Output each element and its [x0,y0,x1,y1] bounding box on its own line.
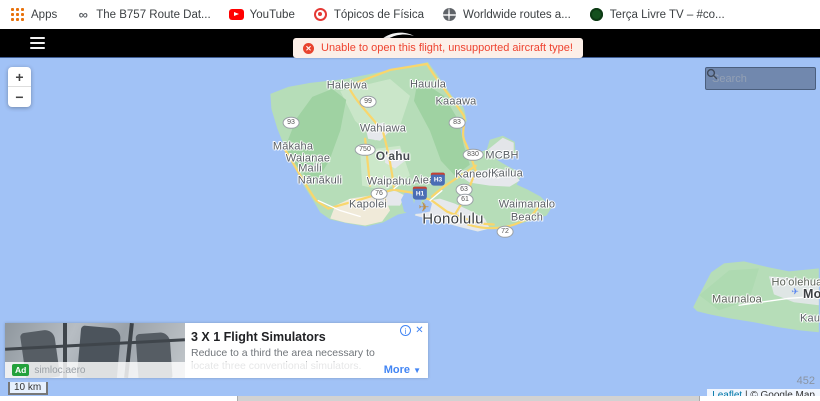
interstate-shield-icon: H1 [412,186,428,200]
map-label: Nānākuli [297,174,343,187]
ad-controls: i ✕ [400,325,425,336]
screen: Apps ∞ The B757 Route Dat... YouTube Tóp… [0,0,820,401]
interstate-shield-icon: H3 [430,172,446,186]
bookmark-label: Apps [31,8,58,21]
target-icon [313,7,328,22]
bookmark-terca-livre[interactable]: Terça Livre TV – #co... [589,7,725,22]
link-icon: ∞ [78,7,88,22]
bookmark-label: Worldwide routes a... [462,8,571,21]
honolulu-airport-icon[interactable]: ✈ [419,201,430,214]
ad-badge: Ad [12,364,30,376]
bookmark-label: The B757 Route Dat... [96,8,211,21]
zoom-in-button[interactable]: + [8,67,31,87]
zoom-control: + − [8,67,31,107]
molokai-airport-icon[interactable]: ✈ [791,287,799,297]
map-scale: 10 km [8,382,48,395]
map-label: MCBH [485,149,519,162]
horizontal-scrollbar[interactable] [0,396,820,401]
bookmark-topicos-fisica[interactable]: Tópicos de Física [313,7,424,22]
bookmark-label: Terça Livre TV – #co... [609,8,725,21]
map-label: Maili [298,162,322,175]
search-icon [706,68,718,80]
scrollbar-thumb[interactable] [237,396,700,401]
counter-value: 452 [796,375,815,387]
ad-headline[interactable]: 3 X 1 Flight Simulators [191,330,326,344]
ad-banner[interactable]: 3 X 1 Flight Simulators Reduce to a thir… [5,323,428,378]
map-label: Kapolei [348,198,388,211]
bookmark-label: YouTube [249,8,295,21]
map-label: Kaaawa [435,95,477,108]
map-label: Wahiawa [359,122,407,135]
map-label: Kauna [800,312,820,325]
adchoices-icon[interactable]: i [400,325,411,336]
error-circle-x-icon: ✕ [303,42,314,54]
green-dot-icon [589,7,604,22]
search-box[interactable] [705,67,816,90]
bookmark-b757-route[interactable]: ∞ The B757 Route Dat... [75,7,211,22]
route-shield-icon: 830 [462,148,484,162]
error-toast[interactable]: ✕ Unable to open this flight, unsupporte… [293,38,583,58]
zoom-out-button[interactable]: − [8,87,31,107]
map-label: O'ahu [375,149,411,164]
ad-more-button[interactable]: More ▼ [384,364,421,376]
map-label: Waipahu [366,175,412,188]
route-shield-icon: 750 [354,143,376,157]
map-label: Hauula [409,78,447,91]
apps-grid-icon [10,7,25,22]
bookmark-label: Tópicos de Física [333,8,424,21]
app-header: ✕ Unable to open this flight, unsupporte… [0,29,820,58]
bookmark-apps[interactable]: Apps [10,7,57,22]
map-label: Haleiwa [326,79,368,92]
ad-advertiser: simloc.aero [34,364,86,376]
menu-icon[interactable] [30,37,45,49]
error-toast-message: Unable to open this flight, unsupported … [321,42,573,54]
youtube-icon [228,7,244,22]
map-label: Waimanalo Beach [498,198,556,223]
map-label: Kailua [491,167,523,180]
ad-footer: Ad simloc.aero More ▼ [5,362,428,378]
search-input[interactable] [712,72,782,85]
bookmarks-bar: Apps ∞ The B757 Route Dat... YouTube Tóp… [0,0,820,29]
ad-close-icon[interactable]: ✕ [414,325,425,336]
bookmark-worldwide-routes[interactable]: Worldwide routes a... [442,7,571,22]
bookmark-youtube[interactable]: YouTube [228,7,295,22]
dropdown-arrow-icon: ▼ [413,366,421,375]
map-label: Molo [803,286,820,301]
map-label: Maunaloa [712,293,762,306]
map-label: Mākaha [272,140,314,153]
map-label: Honolulu [422,210,484,228]
globe-icon [442,7,457,22]
